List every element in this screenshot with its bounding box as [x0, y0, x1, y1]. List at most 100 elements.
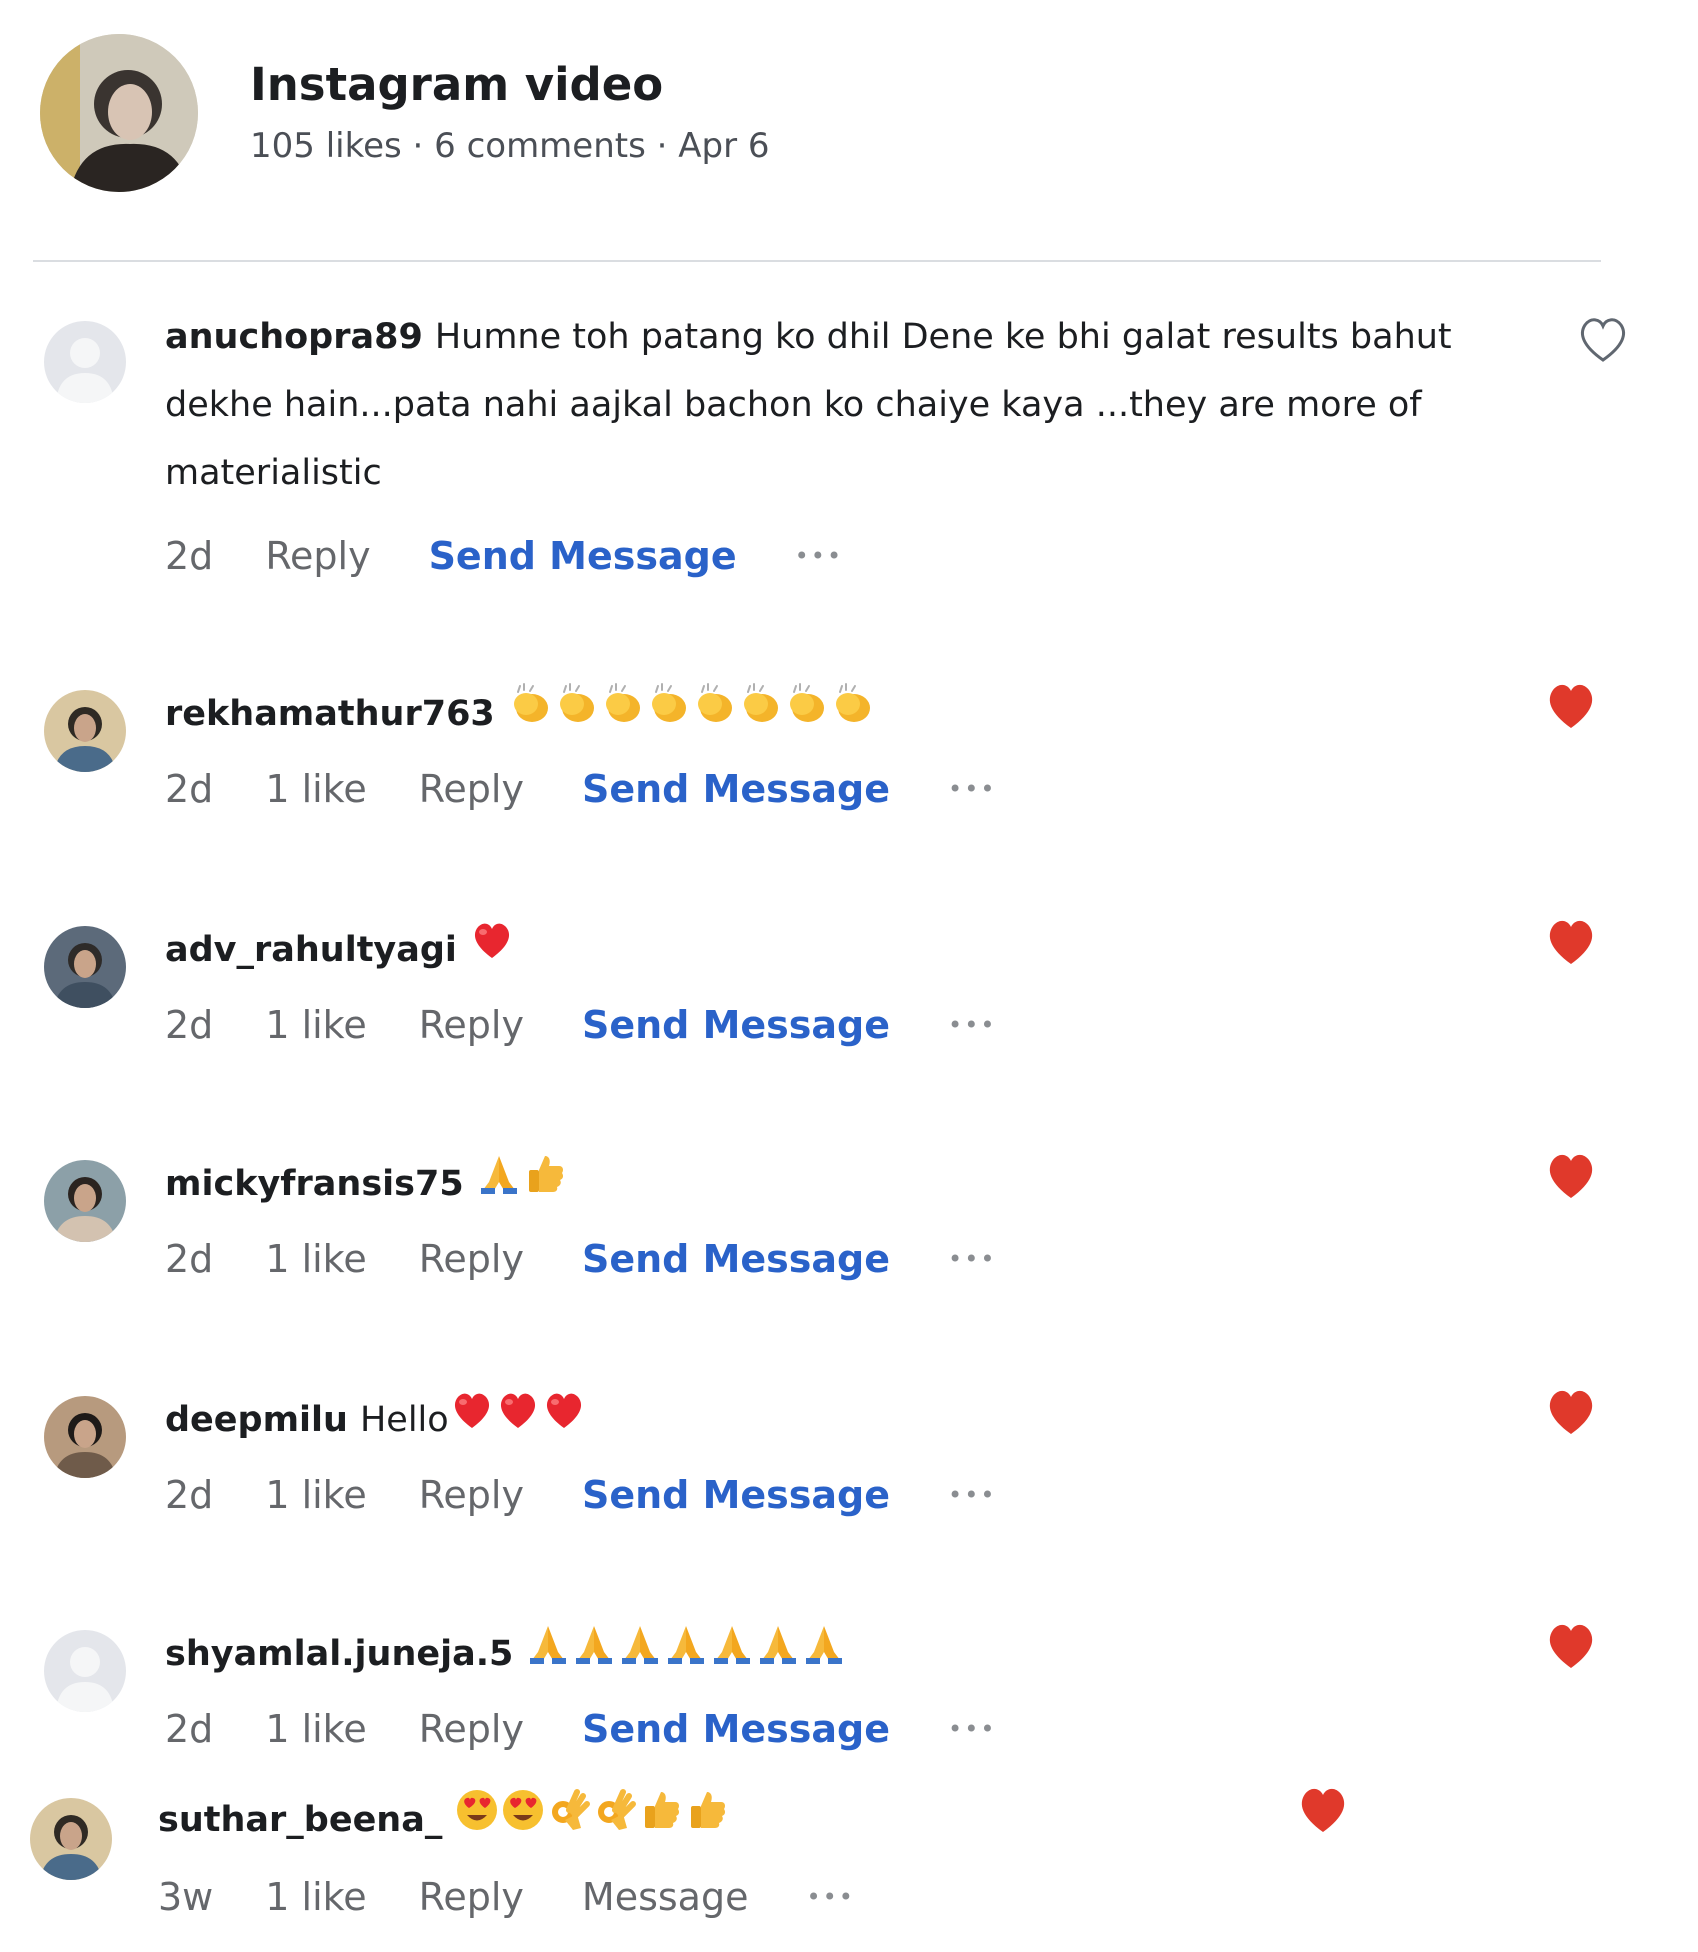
send-message-button[interactable]: Send Message: [582, 1237, 890, 1281]
comment-username[interactable]: adv_rahultyagi: [165, 930, 457, 970]
comment-text: Hello: [359, 1400, 449, 1440]
comment-username[interactable]: rekhamathur763: [165, 694, 495, 734]
comment-body: shyamlal.juneja.5: [165, 1620, 1545, 1689]
more-options-icon[interactable]: •••: [795, 542, 843, 570]
reply-button[interactable]: Reply: [419, 1237, 524, 1281]
clap-icon: [784, 681, 828, 749]
divider: [33, 260, 1601, 262]
thumbs-up-icon: [685, 1787, 729, 1855]
folded-hands-icon: [802, 1621, 846, 1689]
ok-hand-icon: [547, 1787, 591, 1855]
send-message-button[interactable]: Send Message: [582, 1003, 890, 1047]
comment-username[interactable]: deepmilu: [165, 1400, 348, 1440]
comment-timestamp[interactable]: 2d: [165, 534, 213, 578]
comment-actions: 2d 1 like Reply Send Message •••: [165, 1000, 997, 1047]
commenter-avatar[interactable]: [44, 1396, 126, 1478]
reply-button[interactable]: Reply: [419, 767, 524, 811]
comment-timestamp[interactable]: 2d: [165, 1237, 213, 1281]
heart-eyes-icon: [455, 1787, 499, 1855]
comment-body: rekhamathur763: [165, 680, 1545, 749]
commenter-avatar[interactable]: [44, 321, 126, 403]
more-options-icon[interactable]: •••: [948, 1011, 996, 1039]
comment-timestamp[interactable]: 3w: [158, 1875, 213, 1919]
comment-like-count[interactable]: 1 like: [265, 1707, 366, 1751]
commenter-avatar[interactable]: [44, 1160, 126, 1242]
commenter-avatar[interactable]: [44, 690, 126, 772]
liked-heart-icon[interactable]: [1544, 916, 1598, 966]
liked-heart-icon[interactable]: [1544, 680, 1598, 730]
folded-hands-icon: [710, 1621, 754, 1689]
thumbs-up-icon: [523, 1151, 567, 1219]
more-options-icon[interactable]: •••: [948, 1481, 996, 1509]
commenter-avatar[interactable]: [30, 1798, 112, 1880]
comment-like-count[interactable]: 1 like: [265, 1875, 366, 1919]
comment-actions: 2d 1 like Reply Send Message •••: [165, 764, 997, 811]
liked-heart-icon[interactable]: [1544, 1150, 1598, 1200]
comment-like-count[interactable]: 1 like: [265, 1473, 366, 1517]
comment-timestamp[interactable]: 2d: [165, 1473, 213, 1517]
comment-timestamp[interactable]: 2d: [165, 767, 213, 811]
post-meta: 105 likes · 6 comments · Apr 6: [250, 126, 770, 166]
comment-body: deepmilu Hello: [165, 1386, 1545, 1455]
liked-heart-icon[interactable]: [1296, 1784, 1350, 1834]
send-message-button[interactable]: Send Message: [429, 534, 737, 578]
clap-icon: [830, 681, 874, 749]
reply-button[interactable]: Reply: [419, 1003, 524, 1047]
commenter-avatar[interactable]: [44, 926, 126, 1008]
clap-icon: [554, 681, 598, 749]
folded-hands-icon: [618, 1621, 662, 1689]
comment-actions: 2d 1 like Reply Send Message •••: [165, 1470, 997, 1517]
comment-emojis: [525, 1626, 847, 1674]
comment-username[interactable]: suthar_beena_: [158, 1800, 442, 1840]
clap-icon: [646, 681, 690, 749]
comment-actions: 2d Reply Send Message •••: [165, 531, 843, 578]
comment-emojis: [454, 1789, 730, 1840]
comment-body: mickyfransis75: [165, 1150, 1545, 1219]
commenter-avatar[interactable]: [44, 1630, 126, 1712]
post-header: Instagram video 105 likes · 6 comments ·…: [40, 34, 1600, 194]
send-message-button[interactable]: Send Message: [582, 1473, 890, 1517]
send-message-button[interactable]: Message: [582, 1875, 749, 1919]
comment-like-count[interactable]: 1 like: [265, 1237, 366, 1281]
more-options-icon[interactable]: •••: [948, 1245, 996, 1273]
reply-button[interactable]: Reply: [419, 1473, 524, 1517]
send-message-button[interactable]: Send Message: [582, 1707, 890, 1751]
folded-hands-icon: [664, 1621, 708, 1689]
comment-actions: 3w 1 like Reply Message •••: [158, 1872, 855, 1919]
reply-button[interactable]: Reply: [265, 534, 370, 578]
liked-heart-icon[interactable]: [1544, 1386, 1598, 1436]
more-options-icon[interactable]: •••: [806, 1883, 854, 1911]
folded-hands-icon: [477, 1151, 521, 1219]
comment-timestamp[interactable]: 2d: [165, 1003, 213, 1047]
comment-body: anuchopra89 Humne toh patang ko dhil Dene…: [165, 303, 1545, 507]
send-message-button[interactable]: Send Message: [582, 767, 890, 811]
red-heart-icon: [496, 1387, 540, 1455]
comment-username[interactable]: anuchopra89: [165, 317, 423, 357]
comment-like-count[interactable]: 1 like: [265, 1003, 366, 1047]
clap-icon: [738, 681, 782, 749]
comment-username[interactable]: mickyfransis75: [165, 1164, 464, 1204]
comment-like-count[interactable]: 1 like: [265, 767, 366, 811]
reply-button[interactable]: Reply: [419, 1875, 524, 1919]
like-heart-icon[interactable]: [1576, 314, 1630, 364]
folded-hands-icon: [572, 1621, 616, 1689]
more-options-icon[interactable]: •••: [948, 1715, 996, 1743]
red-heart-icon: [450, 1387, 494, 1455]
liked-heart-icon[interactable]: [1544, 1620, 1598, 1670]
more-options-icon[interactable]: •••: [948, 775, 996, 803]
comment-emojis: [449, 1393, 587, 1440]
comment-emojis: [476, 1156, 568, 1204]
red-heart-icon: [542, 1387, 586, 1455]
comment-timestamp[interactable]: 2d: [165, 1707, 213, 1751]
ok-hand-icon: [593, 1787, 637, 1855]
comment-actions: 2d 1 like Reply Send Message •••: [165, 1234, 997, 1281]
comment-emojis: [469, 923, 515, 970]
post-avatar[interactable]: [40, 34, 198, 192]
folded-hands-icon: [526, 1621, 570, 1689]
clap-icon: [692, 681, 736, 749]
post-title[interactable]: Instagram video: [250, 58, 663, 111]
comment-username[interactable]: shyamlal.juneja.5: [165, 1634, 513, 1674]
reply-button[interactable]: Reply: [419, 1707, 524, 1751]
thumbs-up-icon: [639, 1787, 683, 1855]
comment-body: adv_rahultyagi: [165, 916, 1545, 985]
